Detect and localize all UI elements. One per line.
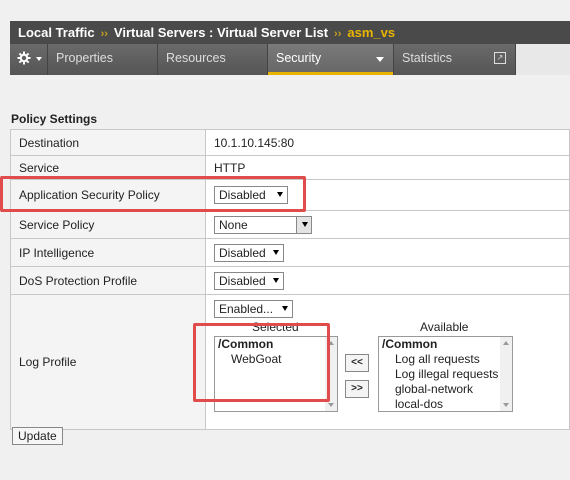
tab-bar-filler	[516, 44, 570, 75]
breadcrumb-separator: ››	[334, 28, 342, 40]
table-row: Destination 10.1.10.145:80	[10, 129, 570, 156]
update-button[interactable]: Update	[12, 427, 63, 445]
dos-profile-select[interactable]: Disabled	[214, 271, 284, 290]
breadcrumb-virtual-server-list[interactable]: Virtual Servers : Virtual Server List	[114, 25, 328, 40]
top-spacer	[0, 0, 570, 21]
tab-statistics[interactable]: Statistics ↗	[394, 44, 516, 75]
section-title: Policy Settings	[11, 112, 98, 126]
dropdown-arrow-icon	[273, 249, 279, 255]
tab-resources[interactable]: Resources	[158, 44, 268, 75]
tab-label: Resources	[166, 51, 226, 65]
table-row: IP Intelligence Disabled	[10, 238, 570, 267]
destination-value: 10.1.10.145:80	[205, 129, 570, 156]
select-value: None	[219, 217, 248, 232]
scroll-up-icon	[503, 341, 509, 345]
table-row: DoS Protection Profile Disabled	[10, 266, 570, 295]
dropdown-arrow-icon	[273, 277, 279, 283]
row-label: Log Profile	[10, 294, 206, 430]
scrollbar[interactable]	[500, 337, 512, 411]
list-group-header: /Common	[382, 337, 438, 351]
tab-label: Properties	[56, 51, 113, 65]
list-item[interactable]: local-dos	[379, 397, 512, 411]
tab-label: Statistics	[402, 51, 453, 65]
breadcrumb-separator: ››	[100, 28, 108, 40]
dropdown-arrow-icon	[282, 306, 288, 311]
select-value: Enabled...	[219, 302, 274, 316]
gear-icon	[17, 51, 31, 68]
breadcrumb-current: asm_vs	[347, 25, 396, 40]
move-right-button[interactable]: >>	[345, 380, 369, 398]
available-listbox[interactable]: /Common Log all requests Log illegal req…	[378, 336, 513, 412]
list-item[interactable]: Log illegal requests	[379, 367, 512, 382]
move-left-button[interactable]: <<	[345, 354, 369, 372]
dropdown-button[interactable]	[296, 216, 311, 233]
tab-security[interactable]: Security	[268, 44, 394, 75]
highlight-box-app-policy	[0, 176, 306, 212]
table-row: Service Policy None	[10, 210, 570, 239]
tab-label: Security	[276, 51, 322, 65]
popout-icon[interactable]: ↗	[494, 52, 506, 64]
log-profile-select[interactable]: Enabled...	[214, 300, 293, 318]
dropdown-arrow-icon	[302, 221, 308, 227]
select-value: Disabled	[219, 273, 266, 288]
row-label: Destination	[10, 129, 206, 156]
available-column-header: Available	[420, 320, 469, 334]
service-policy-select[interactable]: None	[214, 215, 312, 234]
breadcrumb-local-traffic[interactable]: Local Traffic	[18, 25, 95, 40]
tab-gear-menu[interactable]	[10, 44, 48, 75]
tab-bar: Properties Resources Security Statistics…	[10, 44, 570, 75]
scroll-down-icon	[328, 403, 334, 407]
highlight-box-log-selected	[193, 323, 330, 402]
chevron-down-icon	[376, 57, 384, 62]
row-label: DoS Protection Profile	[10, 266, 206, 295]
row-label: Service Policy	[10, 210, 206, 239]
list-item[interactable]: global-network	[379, 382, 512, 397]
ip-intelligence-select[interactable]: Disabled	[214, 243, 284, 262]
row-label: IP Intelligence	[10, 238, 206, 267]
breadcrumb: Local Traffic ›› Virtual Servers : Virtual…	[10, 21, 570, 44]
list-item[interactable]: Log all requests	[379, 352, 512, 367]
chevron-down-icon	[36, 57, 42, 61]
tab-properties[interactable]: Properties	[48, 44, 158, 75]
select-value: Disabled	[219, 245, 266, 260]
scroll-down-icon	[503, 403, 509, 407]
